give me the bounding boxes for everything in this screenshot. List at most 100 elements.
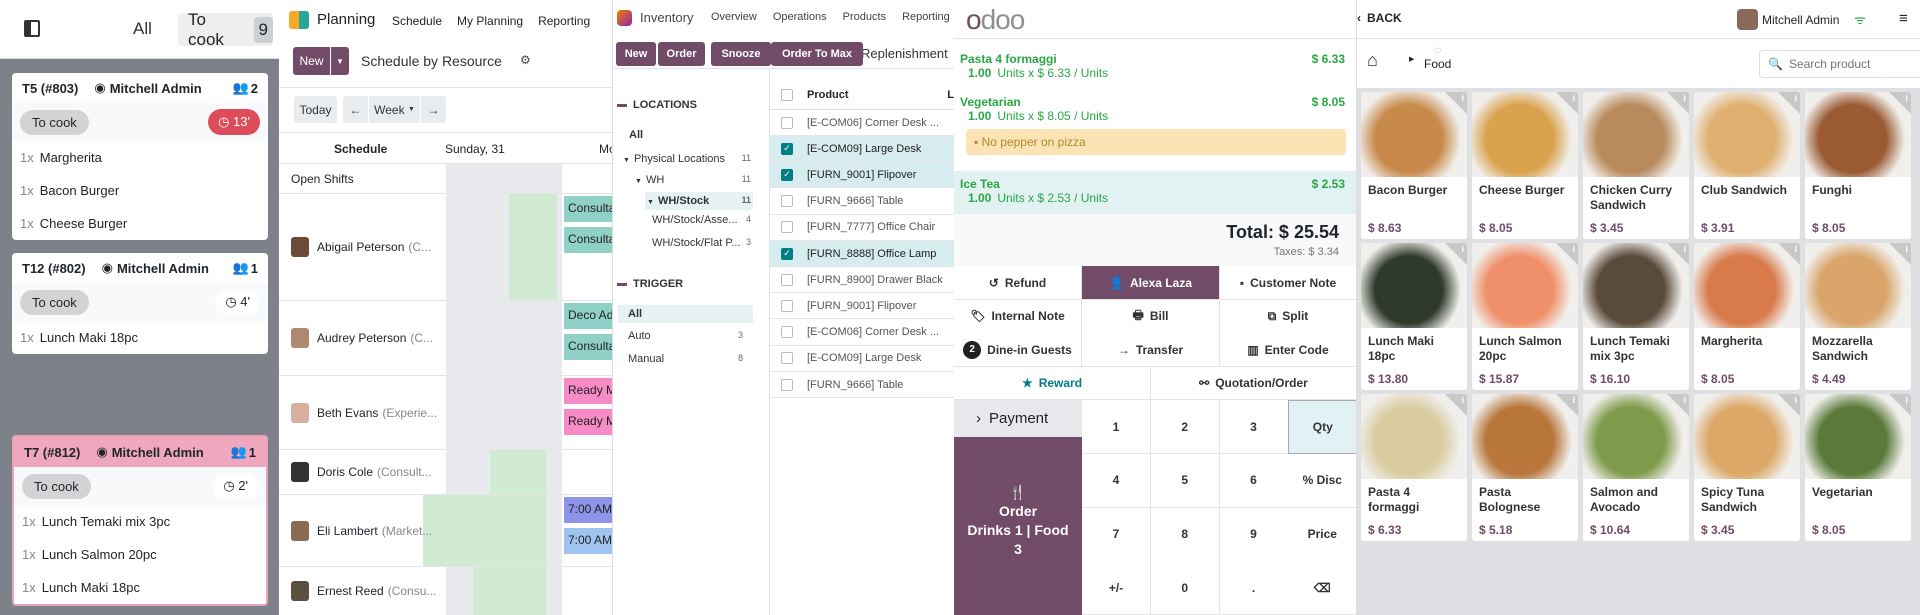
row-checkbox[interactable]: ✓ — [781, 168, 793, 181]
info-icon[interactable]: i — [1794, 93, 1797, 103]
table-row[interactable]: [FURN_8900] Drawer Black — [769, 267, 954, 294]
info-icon[interactable]: i — [1794, 395, 1797, 405]
product-card[interactable]: i Lunch Temaki mix 3pc $ 16.10 — [1583, 243, 1689, 390]
back-button[interactable]: ‹ BACK — [1357, 11, 1402, 25]
ticket-item[interactable]: 1x Lunch Maki 18pc — [14, 571, 266, 604]
product-card[interactable]: i Salmon and Avocado $ 10.64 — [1583, 394, 1689, 541]
location-item[interactable]: ▼ WH 11 — [633, 171, 753, 189]
table-row[interactable]: [E-COM06] Corner Desk ... — [769, 110, 954, 136]
table-row[interactable]: [FURN_9666] Table — [769, 372, 954, 398]
numpad-key-sym[interactable]: . — [1219, 561, 1289, 615]
row-checkbox[interactable] — [781, 195, 793, 208]
product-card[interactable]: i Vegetarian $ 8.05 — [1805, 394, 1911, 541]
resource-name[interactable]: Doris Cole — [317, 465, 373, 479]
ticket-card[interactable]: T7 (#812) ◉ Mitchell Admin 👥 1 To cook ◷ 2' 1x L… — [12, 435, 268, 606]
shift-event[interactable]: Consulta — [564, 196, 612, 222]
filter-to-cook[interactable]: To cook 9 — [178, 10, 273, 49]
next-arrow-icon[interactable]: → — [421, 96, 446, 123]
action-alexa-laza[interactable]: 👤 Alexa Laza — [1082, 266, 1220, 300]
numpad-key-sym[interactable]: +/- — [1082, 561, 1151, 615]
product-card[interactable]: i Funghi $ 8.05 — [1805, 92, 1911, 239]
product-card[interactable]: i Chicken Curry Sandwich $ 3.45 — [1583, 92, 1689, 239]
menu-overview[interactable]: Overview — [711, 11, 757, 23]
order-line[interactable]: Vegetarian $ 8.05 1.00 Units x $ 8.05 / Uni… — [954, 95, 1356, 155]
user-name[interactable]: Mitchell Admin — [1762, 13, 1839, 27]
hamburger-menu-icon[interactable]: ≡ — [1899, 10, 1908, 27]
table-row[interactable]: [FURN_7777] Office Chair — [769, 215, 954, 241]
info-icon[interactable]: i — [1461, 395, 1464, 405]
order-line[interactable]: Pasta 4 formaggi $ 6.33 1.00 Units x $ 6.33… — [954, 52, 1356, 80]
trigger-item[interactable]: Manual 8 — [618, 350, 753, 368]
shift-event[interactable]: Deco Ad — [564, 303, 612, 329]
row-checkbox[interactable] — [781, 116, 793, 129]
row-checkbox[interactable] — [781, 273, 793, 286]
panel-left-icon[interactable] — [24, 20, 40, 37]
ticket-item[interactable]: 1x Lunch Maki 18pc — [12, 321, 268, 354]
info-icon[interactable]: i — [1572, 244, 1575, 254]
shift-event[interactable]: Ready M — [564, 378, 612, 404]
table-row[interactable]: [FURN_9001] Flipover — [769, 293, 954, 320]
category-food[interactable]: ◌ Food — [1424, 43, 1451, 71]
numpad-key-1[interactable]: 1 — [1082, 400, 1151, 454]
numpad-key-Qty[interactable]: Qty — [1288, 400, 1356, 454]
row-checkbox[interactable]: ✓ — [781, 247, 793, 260]
shift-event[interactable]: 7:00 AM — [564, 497, 612, 523]
reward-button[interactable]: ★ Reward — [954, 367, 1151, 400]
menu-my-planning[interactable]: My Planning — [457, 14, 523, 28]
resource-name[interactable]: Eli Lambert — [317, 524, 378, 538]
table-row[interactable]: [E-COM06] Corner Desk ... — [769, 320, 954, 346]
info-icon[interactable]: i — [1905, 395, 1908, 405]
product-card[interactable]: i Spicy Tuna Sandwich $ 3.45 — [1694, 394, 1800, 541]
new-dropdown-caret-icon[interactable]: ▼ — [331, 47, 349, 75]
resource-name[interactable]: Audrey Peterson — [317, 331, 406, 345]
row-checkbox[interactable] — [781, 326, 793, 339]
product-card[interactable]: i Margherita $ 8.05 — [1694, 243, 1800, 390]
info-icon[interactable]: i — [1683, 93, 1686, 103]
info-icon[interactable]: i — [1461, 244, 1464, 254]
product-card[interactable]: i Club Sandwich $ 3.91 — [1694, 92, 1800, 239]
shift-event[interactable]: Ready M — [564, 409, 612, 435]
action-customer-note[interactable]: ▪ Customer Note — [1220, 266, 1356, 300]
quotation-order-button[interactable]: ⚯ Quotation/Order — [1151, 367, 1356, 400]
numpad-key-4[interactable]: 4 — [1082, 453, 1151, 508]
resource-name[interactable]: Beth Evans — [317, 406, 378, 420]
location-item[interactable]: ▼ Physical Locations 11 — [621, 150, 753, 168]
scale-dropdown[interactable]: Week ▼ — [369, 96, 420, 123]
ticket-item[interactable]: 1x Bacon Burger — [12, 174, 268, 207]
location-item[interactable]: ▼ WH/Stock 11 — [645, 192, 753, 210]
product-card[interactable]: i Mozzarella Sandwich $ 4.49 — [1805, 243, 1911, 390]
numpad-key-0[interactable]: 0 — [1150, 561, 1220, 615]
button-order-to-max[interactable]: Order To Max — [771, 42, 863, 66]
numpad-key-sym[interactable]: ⌫ — [1288, 561, 1356, 615]
search-field[interactable]: 🔍 — [1759, 50, 1920, 78]
home-icon[interactable]: ⌂ — [1367, 50, 1378, 71]
shift-event[interactable]: 7:00 AM — [564, 528, 612, 554]
action-enter-code[interactable]: ▥ Enter Code — [1220, 333, 1356, 368]
today-button[interactable]: Today — [294, 96, 337, 123]
product-card[interactable]: i Cheese Burger $ 8.05 — [1472, 92, 1578, 239]
resource-name[interactable]: Ernest Reed — [317, 584, 384, 598]
table-row[interactable]: ✓ [E-COM09] Large Desk — [769, 136, 954, 163]
button-order[interactable]: Order — [658, 42, 705, 66]
previous-arrow-icon[interactable]: ← — [343, 96, 368, 123]
trigger-item[interactable]: Auto 3 — [618, 327, 753, 345]
info-icon[interactable]: i — [1683, 395, 1686, 405]
order-line[interactable]: Ice Tea $ 2.53 1.00 Units x $ 2.53 / Units — [954, 171, 1356, 214]
table-row[interactable]: [FURN_9666] Table — [769, 189, 954, 215]
status-button[interactable]: To cook — [22, 473, 91, 499]
table-row[interactable]: ✓ [FURN_8888] Office Lamp — [769, 241, 954, 267]
action-transfer[interactable]: → Transfer — [1082, 333, 1220, 368]
ticket-item[interactable]: 1x Lunch Salmon 20pc — [14, 538, 266, 571]
status-button[interactable]: To cook — [20, 109, 89, 135]
select-all-checkbox[interactable] — [781, 88, 793, 101]
info-icon[interactable]: i — [1461, 93, 1464, 103]
location-item[interactable]: All — [627, 126, 753, 144]
button-new[interactable]: New — [616, 42, 656, 66]
numpad-key-8[interactable]: 8 — [1150, 507, 1220, 562]
new-button[interactable]: New — [293, 47, 330, 75]
gear-icon[interactable]: ⚙ — [520, 53, 531, 67]
menu-reporting[interactable]: Reporting — [538, 14, 590, 28]
numpad-key-Disc[interactable]: % Disc — [1288, 453, 1356, 508]
trigger-item[interactable]: All — [618, 305, 753, 323]
menu-schedule[interactable]: Schedule — [392, 14, 442, 28]
